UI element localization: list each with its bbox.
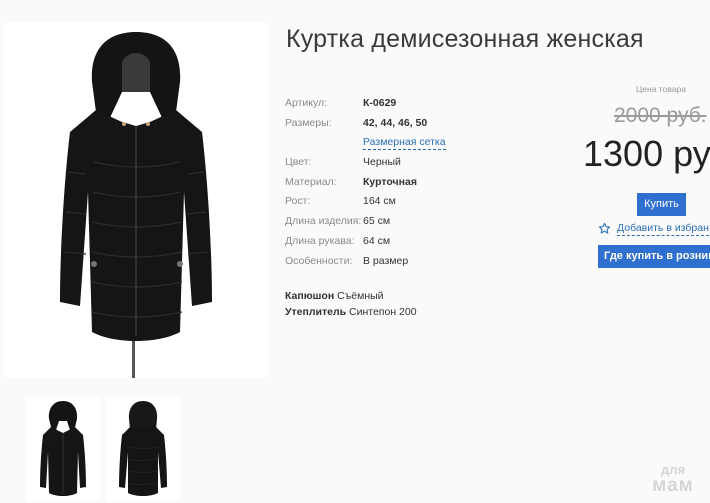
- spec-value: 65 см: [363, 215, 391, 227]
- extra-insulation: Утеплитель Синтепон 200: [285, 306, 417, 318]
- spec-label: Размеры:: [285, 117, 332, 129]
- extra-label: Капюшон: [285, 290, 335, 302]
- extra-label: Утеплитель: [285, 306, 347, 318]
- price-label: Цена товара: [636, 84, 686, 94]
- spec-label: Особенности:: [285, 255, 353, 267]
- main-product-photo[interactable]: [4, 22, 268, 378]
- jacket-front-image: [60, 32, 212, 378]
- spec-value: Курточная: [363, 176, 417, 188]
- spec-value: 64 см: [363, 235, 391, 247]
- extra-value: Съёмный: [337, 290, 384, 302]
- spec-value: 164 см: [363, 195, 396, 207]
- old-price: 2000 руб.: [614, 104, 707, 127]
- size-chart-link[interactable]: Размерная сетка: [363, 136, 446, 150]
- spec-label: Рост:: [285, 195, 311, 207]
- page-title: Куртка демисезонная женская: [286, 25, 644, 53]
- star-icon: [598, 222, 611, 234]
- buy-button[interactable]: Купить: [637, 193, 686, 216]
- spec-value: К-0629: [363, 97, 397, 109]
- spec-label: Артикул:: [285, 97, 328, 109]
- watermark-logo: для мам: [640, 462, 706, 500]
- spec-label: Цвет:: [285, 156, 312, 168]
- favorites-label: Добавить в избран: [617, 222, 709, 236]
- jacket-front-thumbnail: [40, 401, 86, 496]
- extra-hood: Капюшон Съёмный: [285, 290, 384, 302]
- spec-value: В размер: [363, 255, 409, 267]
- spec-value: Черный: [363, 156, 401, 168]
- jacket-back-thumbnail: [119, 401, 167, 496]
- thumbnail-back[interactable]: [106, 397, 180, 501]
- thumbnail-front[interactable]: [26, 397, 100, 501]
- watermark-line2: мам: [652, 475, 694, 496]
- spec-label: Длина рукава:: [285, 235, 355, 247]
- extra-value: Синтепон 200: [349, 306, 417, 318]
- spec-value: 42, 44, 46, 50: [363, 117, 428, 129]
- spec-label: Длина изделия:: [285, 215, 362, 227]
- spec-label: Материал:: [285, 176, 337, 188]
- current-price: 1300 ру: [583, 133, 710, 174]
- where-to-buy-button[interactable]: Где купить в розниц: [598, 245, 710, 268]
